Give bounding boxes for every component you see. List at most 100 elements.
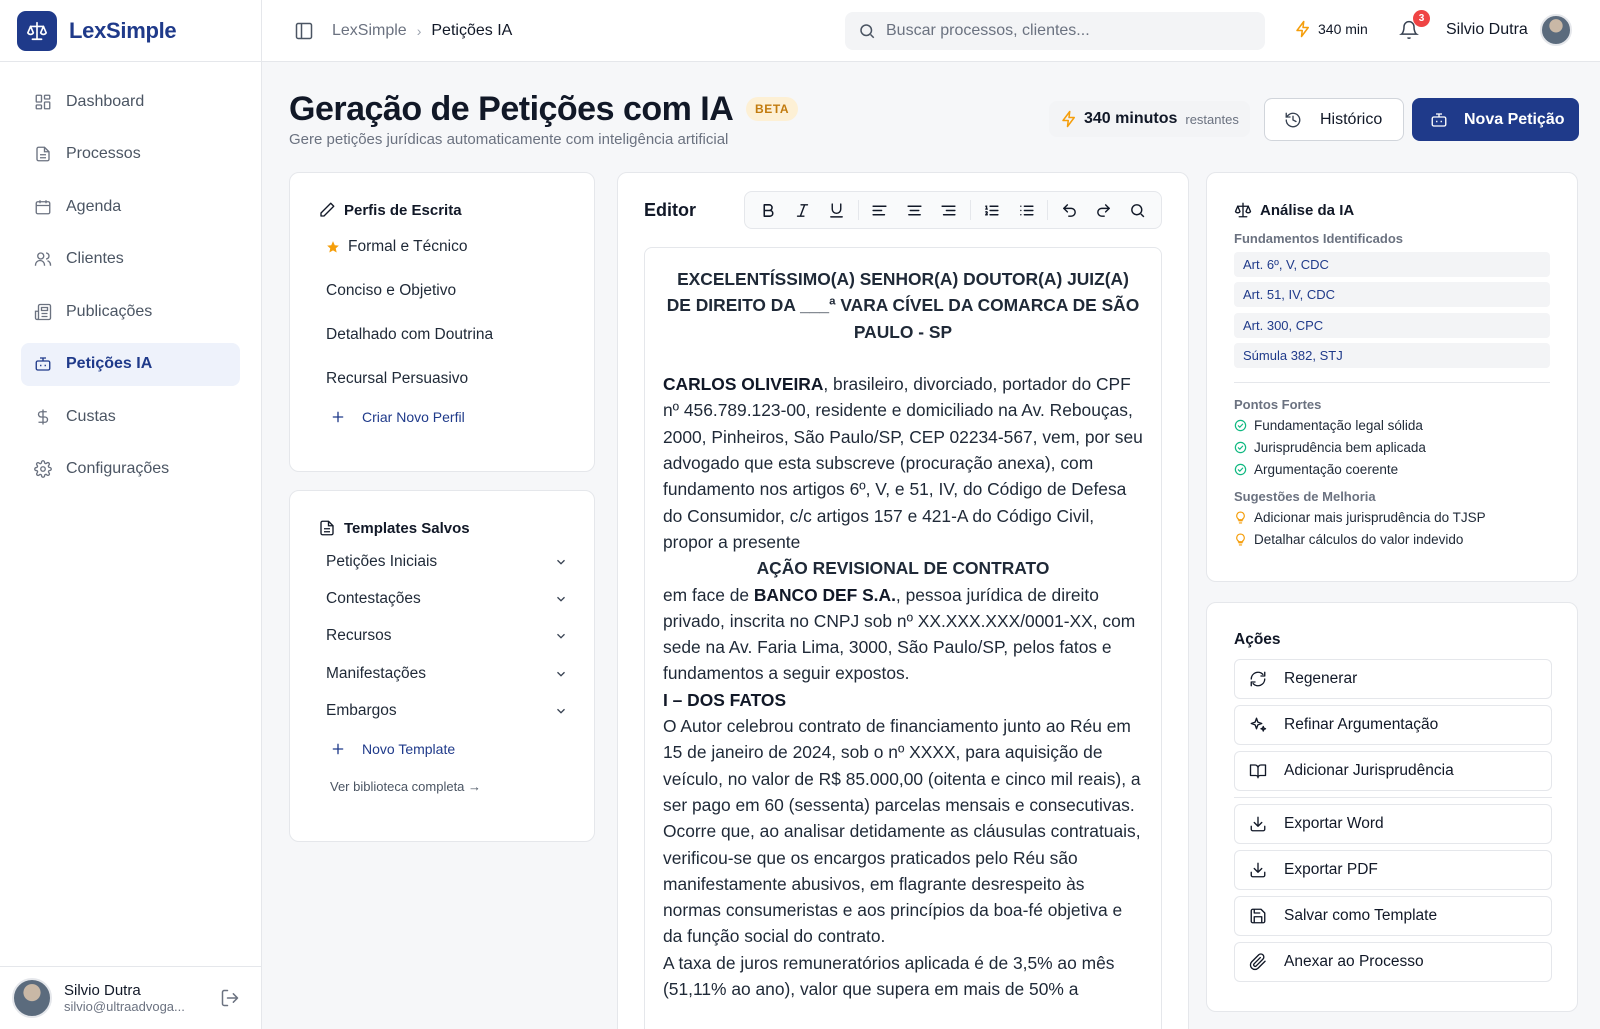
notification-badge: 3 xyxy=(1413,10,1430,27)
minutes-suffix: restantes xyxy=(1185,111,1239,127)
align-left-icon[interactable] xyxy=(863,195,897,225)
sidebar-item-dashboard[interactable]: Dashboard xyxy=(21,80,240,123)
bold-icon[interactable] xyxy=(751,195,785,225)
export-pdf-button[interactable]: Exportar PDF xyxy=(1234,850,1552,890)
new-petition-button[interactable]: Nova Petição xyxy=(1412,98,1579,141)
strength-text: Jurisprudência bem aplicada xyxy=(1254,439,1426,455)
dollar-icon xyxy=(34,408,52,426)
profile-label: Recursal Persuasivo xyxy=(326,370,469,387)
regenerate-button[interactable]: Regenerar xyxy=(1234,659,1552,699)
sidebar-item-processos[interactable]: Processos xyxy=(21,133,240,176)
chevron-down-icon xyxy=(554,555,568,569)
history-button[interactable]: Histórico xyxy=(1264,98,1404,141)
profile-item-formal[interactable]: Formal e Técnico xyxy=(318,225,594,269)
users-icon xyxy=(34,250,52,268)
chevron-down-icon xyxy=(554,667,568,681)
breadcrumb-current: Petições IA xyxy=(431,21,513,39)
underline-icon[interactable] xyxy=(820,195,854,225)
logout-icon[interactable] xyxy=(219,987,241,1009)
profile-item-conciso[interactable]: Conciso e Objetivo xyxy=(318,269,594,313)
action-label: Exportar Word xyxy=(1284,815,1384,832)
action-label: Adicionar Jurisprudência xyxy=(1284,762,1454,779)
template-group-manifestacoes[interactable]: Manifestações xyxy=(318,655,568,692)
grid-icon xyxy=(34,93,52,111)
editor-toolbar xyxy=(744,191,1162,229)
strength-text: Fundamentação legal sólida xyxy=(1254,417,1423,433)
bot-icon xyxy=(34,355,52,373)
minutes-indicator[interactable]: 340 min xyxy=(1294,20,1368,38)
fundamento-item[interactable]: Art. 51, IV, CDC xyxy=(1234,282,1550,307)
chevron-down-icon xyxy=(554,629,568,643)
redo-icon[interactable] xyxy=(1086,195,1120,225)
align-center-icon[interactable] xyxy=(897,195,931,225)
minutes-value: 340 minutos xyxy=(1084,110,1178,127)
new-template-button[interactable]: Novo Template xyxy=(318,741,594,757)
sidebar-nav: Dashboard Processos Agenda Clientes Publ… xyxy=(0,62,261,518)
ordered-list-icon[interactable] xyxy=(975,195,1009,225)
document-paragraph: O Autor celebrou contrato de financiamen… xyxy=(663,716,1141,815)
breadcrumb: LexSimple › Petições IA xyxy=(332,22,512,40)
fundamento-item[interactable]: Art. 6º, V, CDC xyxy=(1234,251,1550,277)
template-group-recursos[interactable]: Recursos xyxy=(318,618,568,655)
sidebar-item-label: Configurações xyxy=(66,460,170,477)
editor-label: Editor xyxy=(644,199,696,220)
sidebar-toggle-icon[interactable] xyxy=(294,21,314,41)
bullet-list-icon[interactable] xyxy=(1009,195,1043,225)
template-label: Recursos xyxy=(326,627,392,645)
export-word-button[interactable]: Exportar Word xyxy=(1234,804,1552,844)
against-prefix: em face de xyxy=(663,584,754,605)
profile-label: Detalhado com Doutrina xyxy=(326,326,494,343)
avatar[interactable] xyxy=(12,978,52,1018)
search-icon[interactable] xyxy=(1121,195,1155,225)
suggestions-label: Sugestões de Melhoria xyxy=(1234,489,1376,504)
search-box[interactable] xyxy=(845,12,1265,50)
create-profile-button[interactable]: Criar Novo Perfil xyxy=(318,409,594,425)
sidebar-item-publicacoes[interactable]: Publicações xyxy=(21,290,240,333)
action-label: Regenerar xyxy=(1284,670,1358,687)
template-group-contestacoes[interactable]: Contestações xyxy=(318,580,568,617)
sidebar-item-configuracoes[interactable]: Configurações xyxy=(21,448,240,491)
template-group-embargos[interactable]: Embargos xyxy=(318,692,568,729)
newspaper-icon xyxy=(34,303,52,321)
add-jurisprudence-button[interactable]: Adicionar Jurisprudência xyxy=(1234,751,1552,791)
toolbar-divider xyxy=(1047,200,1049,220)
sidebar-item-custas[interactable]: Custas xyxy=(21,395,240,438)
book-icon xyxy=(1249,762,1267,780)
attach-process-button[interactable]: Anexar ao Processo xyxy=(1234,942,1552,982)
scale-icon xyxy=(17,10,57,51)
breadcrumb-item[interactable]: LexSimple xyxy=(332,22,407,40)
fundamento-item[interactable]: Súmula 382, STJ xyxy=(1234,343,1550,368)
align-right-icon[interactable] xyxy=(931,195,965,225)
template-label: Petições Iniciais xyxy=(326,552,438,570)
brand[interactable]: LexSimple xyxy=(0,0,261,62)
profile-item-recursal[interactable]: Recursal Persuasivo xyxy=(318,357,594,401)
profile-item-detalhado[interactable]: Detalhado com Doutrina xyxy=(318,313,594,357)
lightbulb-icon xyxy=(1234,510,1247,524)
check-circle-icon xyxy=(1234,463,1247,476)
profile-label: Formal e Técnico xyxy=(348,238,468,255)
library-link[interactable]: Ver biblioteca completa → xyxy=(318,779,594,794)
italic-icon[interactable] xyxy=(785,195,819,225)
action-label: Exportar PDF xyxy=(1284,861,1378,878)
scale-icon xyxy=(1234,201,1252,219)
chevron-right-icon: › xyxy=(416,22,422,39)
editor-header: Editor xyxy=(644,173,1162,247)
refine-argument-button[interactable]: Refinar Argumentação xyxy=(1234,705,1552,745)
search-input[interactable] xyxy=(886,22,1246,40)
action-label: Refinar Argumentação xyxy=(1284,716,1439,733)
undo-icon[interactable] xyxy=(1052,195,1086,225)
lightning-icon xyxy=(1060,110,1078,128)
strength-item: Fundamentação legal sólida xyxy=(1234,414,1577,436)
template-group-iniciais[interactable]: Petições Iniciais xyxy=(318,543,568,580)
top-user-menu[interactable]: Silvio Dutra xyxy=(1446,14,1572,46)
profiles-title-text: Perfis de Escrita xyxy=(344,201,462,219)
save-template-button[interactable]: Salvar como Template xyxy=(1234,896,1552,936)
sidebar-item-peticoes-ia[interactable]: Petições IA xyxy=(21,342,240,386)
page-subtitle: Gere petições jurídicas automaticamente … xyxy=(289,131,729,148)
ai-analysis-card: Análise da IA Fundamentos Identificados … xyxy=(1206,172,1578,582)
sidebar-item-clientes[interactable]: Clientes xyxy=(21,238,240,281)
document-editor[interactable]: EXCELENTÍSSIMO(A) SENHOR(A) DOUTOR(A) JU… xyxy=(644,247,1162,1029)
divider xyxy=(1234,797,1552,798)
sidebar-item-agenda[interactable]: Agenda xyxy=(21,185,240,228)
fundamento-item[interactable]: Art. 300, CPC xyxy=(1234,312,1550,338)
